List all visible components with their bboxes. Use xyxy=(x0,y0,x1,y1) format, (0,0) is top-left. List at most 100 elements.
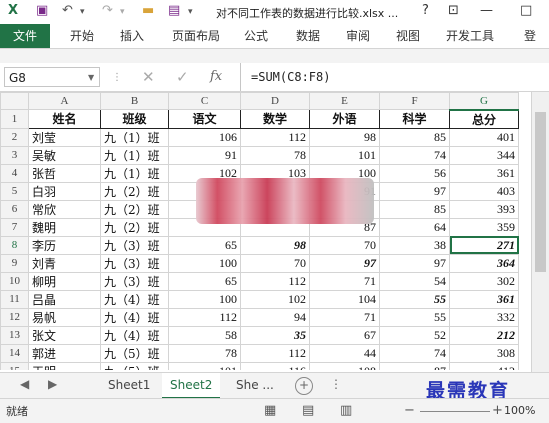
cell-c[interactable]: 65 xyxy=(168,271,241,291)
cell-e[interactable]: 67 xyxy=(309,325,380,345)
cancel-icon[interactable]: ✕ xyxy=(142,68,155,86)
quick-access-dropdown-icon[interactable]: ▾ xyxy=(188,7,193,17)
cell-cls[interactable]: 九（4）班 xyxy=(100,325,169,345)
cell-e[interactable]: 70 xyxy=(309,235,380,255)
cell-c[interactable]: 106 xyxy=(168,127,241,147)
cell-e[interactable]: 101 xyxy=(309,145,380,165)
cell-f[interactable]: 55 xyxy=(379,307,450,327)
redo-dropdown-icon[interactable]: ▾ xyxy=(120,7,125,17)
header-cell[interactable]: 外语 xyxy=(309,109,380,129)
page-break-view-icon[interactable]: ▥ xyxy=(340,403,352,418)
cell-cls[interactable]: 九（3）班 xyxy=(100,271,169,291)
cell-cls[interactable]: 九（4）班 xyxy=(100,307,169,327)
row-header[interactable]: 9 xyxy=(0,253,29,273)
header-cell[interactable]: 语文 xyxy=(168,109,241,129)
cell-g[interactable]: 393 xyxy=(449,199,519,219)
row-header[interactable]: 8 xyxy=(0,235,29,255)
cell-e[interactable]: 108 xyxy=(309,361,380,370)
name-box-dropdown-icon[interactable]: ▼ xyxy=(88,73,94,82)
column-header-selected[interactable]: G xyxy=(449,92,519,111)
cell-cls[interactable]: 九（2）班 xyxy=(100,199,169,219)
cell-name[interactable]: 易帆 xyxy=(28,307,101,327)
cell-name[interactable]: 常欣 xyxy=(28,199,101,219)
folder-icon[interactable]: ▬ xyxy=(142,3,154,18)
zoom-slider[interactable] xyxy=(420,411,490,412)
cell-g[interactable]: 212 xyxy=(449,325,519,345)
cell-d[interactable]: 112 xyxy=(240,127,310,147)
tab-home[interactable]: 开始 xyxy=(70,24,94,48)
row-header[interactable]: 1 xyxy=(0,109,29,129)
cell-cls[interactable]: 九（2）班 xyxy=(100,181,169,201)
cell-name[interactable]: 刘莹 xyxy=(28,127,101,147)
cell-e[interactable]: 97 xyxy=(309,253,380,273)
tab-insert[interactable]: 插入 xyxy=(120,24,144,48)
maximize-button[interactable]: □ xyxy=(520,3,532,18)
tab-view[interactable]: 视图 xyxy=(396,24,420,48)
cell-d[interactable]: 35 xyxy=(240,325,310,345)
cell-e[interactable]: 44 xyxy=(309,343,380,363)
cell-f[interactable]: 97 xyxy=(379,181,450,201)
row-header[interactable]: 11 xyxy=(0,289,29,309)
cell-d[interactable]: 102 xyxy=(240,289,310,309)
cell-cls[interactable]: 九（1）班 xyxy=(100,145,169,165)
tab-file[interactable]: 文件 xyxy=(0,24,50,48)
column-header[interactable]: D xyxy=(240,92,310,110)
column-header[interactable]: A xyxy=(28,92,101,110)
row-header[interactable]: 2 xyxy=(0,127,29,147)
cell-c[interactable]: 101 xyxy=(168,361,241,370)
cell-f[interactable]: 55 xyxy=(379,289,450,309)
cell-g[interactable]: 271 xyxy=(449,235,519,255)
cell-g[interactable]: 308 xyxy=(449,343,519,363)
row-header[interactable]: 14 xyxy=(0,343,29,363)
cell-d[interactable]: 98 xyxy=(240,235,310,255)
zoom-in-button[interactable]: + xyxy=(492,403,503,418)
undo-dropdown-icon[interactable]: ▾ xyxy=(80,7,85,17)
cell-e[interactable]: 104 xyxy=(309,289,380,309)
cell-f[interactable]: 64 xyxy=(379,217,450,237)
cell-c[interactable]: 58 xyxy=(168,325,241,345)
row-header[interactable]: 13 xyxy=(0,325,29,345)
tab-developer[interactable]: 开发工具 xyxy=(446,24,494,48)
cell-g[interactable]: 361 xyxy=(449,289,519,309)
row-header[interactable]: 6 xyxy=(0,199,29,219)
cell-g[interactable]: 364 xyxy=(449,253,519,273)
select-all-corner[interactable] xyxy=(0,92,29,110)
row-header[interactable]: 5 xyxy=(0,181,29,201)
column-header[interactable]: E xyxy=(309,92,380,110)
cell-d[interactable]: 112 xyxy=(240,343,310,363)
sheet-tab-active[interactable]: Sheet2 xyxy=(162,373,221,399)
cell-g[interactable]: 302 xyxy=(449,271,519,291)
cell-name[interactable]: 张文 xyxy=(28,325,101,345)
cell-c[interactable]: 100 xyxy=(168,253,241,273)
sheet-tab[interactable]: Sheet1 xyxy=(100,373,158,397)
undo-icon[interactable]: ↶ xyxy=(62,3,73,18)
normal-view-icon[interactable]: ▦ xyxy=(264,403,276,418)
worksheet-grid[interactable]: A B C D E F G 1 姓名 班级 语文 数学 外语 科学 总分 2 刘莹… xyxy=(0,92,531,370)
minimize-button[interactable]: — xyxy=(480,3,493,18)
header-cell[interactable]: 科学 xyxy=(379,109,450,129)
cell-e[interactable]: 71 xyxy=(309,271,380,291)
row-header[interactable]: 12 xyxy=(0,307,29,327)
cell-c[interactable]: 100 xyxy=(168,289,241,309)
tab-review[interactable]: 审阅 xyxy=(346,24,370,48)
cell-g[interactable]: 361 xyxy=(449,163,519,183)
sheet-tab[interactable]: She ... xyxy=(228,373,282,397)
row-header[interactable]: 10 xyxy=(0,271,29,291)
row-header[interactable]: 3 xyxy=(0,145,29,165)
save-icon[interactable]: ▣ xyxy=(36,3,48,18)
cell-d[interactable]: 70 xyxy=(240,253,310,273)
cell-d[interactable]: 94 xyxy=(240,307,310,327)
vertical-scrollbar[interactable] xyxy=(531,92,549,372)
header-cell[interactable]: 姓名 xyxy=(28,109,101,129)
name-box[interactable]: G8 xyxy=(4,67,100,87)
cell-f[interactable]: 74 xyxy=(379,145,450,165)
cell-g[interactable]: 412 xyxy=(449,361,519,370)
cell-name[interactable]: 白羽 xyxy=(28,181,101,201)
scrollbar-thumb[interactable] xyxy=(535,112,546,272)
cell-g[interactable]: 401 xyxy=(449,127,519,147)
cell-name[interactable]: 吴敏 xyxy=(28,145,101,165)
cell-f[interactable]: 87 xyxy=(379,361,450,370)
cell-c[interactable]: 78 xyxy=(168,343,241,363)
cell-name[interactable]: 郭进 xyxy=(28,343,101,363)
cell-d[interactable]: 116 xyxy=(240,361,310,370)
